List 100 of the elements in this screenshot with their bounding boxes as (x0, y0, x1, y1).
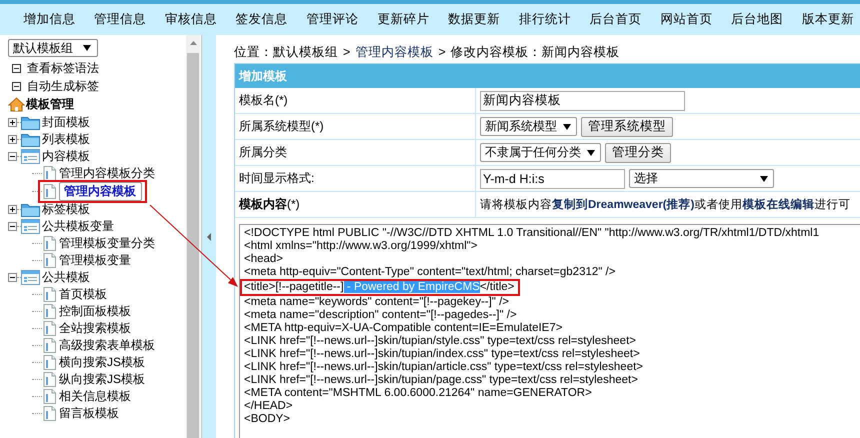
nav-link[interactable]: 后台地图 (722, 11, 793, 28)
document-icon (43, 321, 56, 336)
document-icon (43, 406, 56, 421)
caret-icon (760, 176, 768, 182)
tree-node[interactable]: 内容模板 (42, 148, 90, 165)
nav-link[interactable]: 审核信息 (156, 11, 226, 28)
document-icon (43, 236, 56, 251)
scroll-up-icon[interactable] (190, 41, 196, 45)
tree-leaf[interactable]: 控制面板模板 (59, 303, 131, 320)
input-field[interactable]: 新闻内容模板 (480, 90, 685, 110)
expand-icon[interactable] (8, 135, 17, 144)
collapse-icon[interactable] (8, 273, 17, 282)
tree-node[interactable]: 公共模板 (42, 269, 90, 286)
code-line: <meta name="description" content="[!--pagedes--]" /> (244, 309, 518, 322)
nav-link[interactable]: 版本更新 (792, 11, 860, 28)
nav-link[interactable]: 后台首页 (580, 11, 652, 28)
template-group-select[interactable]: 默认模板组 (8, 39, 98, 57)
code-line: <title>[!--pagetitle--] - Powered by EmpireCMS</title> (244, 281, 514, 294)
expand-icon[interactable] (8, 118, 17, 127)
caret-icon (563, 124, 571, 130)
home-icon (8, 97, 25, 112)
code-line: <meta http-equiv="Content-Type" content="text/html; charset=gb2312" /> (244, 266, 616, 279)
list-folder-icon (21, 219, 40, 234)
code-line: <LINK href="[!--news.url--]skin/tupian/article.css" type=text/css rel=stylesheet> (244, 361, 644, 374)
scroll-thumb[interactable] (187, 53, 199, 438)
field-label: 所属系统模型(*) (239, 118, 324, 135)
caret-icon (83, 45, 91, 51)
list-folder-icon (21, 149, 40, 164)
input-field[interactable]: Y-m-d H:i:s (480, 168, 625, 188)
document-icon (43, 184, 56, 199)
help-text: 或者使用 (694, 198, 742, 212)
help-link[interactable]: 复制到Dreamweaver(推荐) (552, 197, 694, 212)
help-text: 请将模板内容 (480, 197, 552, 212)
breadcrumb-text: > (438, 45, 446, 59)
code-line: <META http-equiv=X-UA-Compatible content=IE=EmulateIE7> (244, 322, 564, 335)
field-label: 时间显示格式: (239, 170, 314, 187)
tree-leaf[interactable]: 高级搜索表单模板 (59, 337, 155, 354)
tree-root-label: 模板管理 (26, 96, 74, 113)
document-icon (43, 389, 56, 404)
breadcrumb-text: > (343, 45, 350, 59)
code-line: </HEAD> (244, 400, 294, 413)
tree-node[interactable]: 公共模板变量 (42, 218, 114, 235)
tree-leaf[interactable]: 横向搜索JS模板 (59, 354, 146, 371)
collapse-arrow-icon[interactable] (207, 232, 211, 240)
tree-leaf[interactable]: 管理模板变量 (59, 252, 131, 269)
tree-leaf[interactable]: 管理内容模板分类 (59, 165, 155, 182)
breadcrumb-text: 位置：默认模板组 (234, 44, 338, 60)
sidebar-link[interactable]: 自动生成标签 (27, 78, 99, 94)
nav-link[interactable]: 管理信息 (84, 11, 156, 28)
help-link[interactable]: 模板在线编辑 (742, 197, 814, 212)
collapse-icon[interactable] (8, 222, 17, 231)
breadcrumb-text: 修改内容模板：新闻内容模板 (450, 44, 620, 60)
breadcrumb-link[interactable]: 管理内容模板 (355, 44, 434, 60)
dropdown[interactable]: 不隶属于任何分类 (480, 143, 601, 162)
tree-leaf[interactable]: 纵向搜索JS模板 (59, 371, 146, 388)
nav-link[interactable]: 增加信息 (14, 11, 85, 28)
template-code-editor[interactable] (239, 224, 860, 438)
code-line: <html xmlns="http://www.w3.org/1999/xhtml"> (244, 240, 478, 253)
nav-link[interactable]: 排行统计 (509, 11, 580, 28)
collapse-icon[interactable] (8, 152, 17, 161)
field-label: 模板名(*) (239, 92, 288, 109)
sidebar-link[interactable]: 查看标签语法 (27, 60, 99, 76)
folder-icon (21, 115, 40, 130)
tree-node[interactable]: 标签模板 (42, 201, 90, 218)
document-icon (43, 304, 56, 319)
tree-leaf[interactable]: 相关信息模板 (59, 388, 131, 405)
tree-leaf[interactable]: 留言板模板 (59, 405, 119, 422)
form-header: 增加模板 (235, 64, 860, 88)
nav-link[interactable]: 签发信息 (226, 11, 298, 28)
document-icon (43, 166, 56, 181)
folder-icon (21, 132, 40, 147)
tree-leaf[interactable]: 管理内容模板 (59, 182, 142, 201)
nav-link[interactable]: 更新碎片 (368, 11, 439, 28)
code-line: <LINK href="[!--news.url--]skin/tupian/index.css" type=text/css rel=stylesheet> (244, 348, 641, 361)
nav-link[interactable]: 管理评论 (297, 11, 368, 28)
dropdown[interactable]: 选择 (629, 169, 774, 188)
tree-node[interactable]: 封面模板 (42, 114, 90, 131)
code-line: <LINK href="[!--news.url--]skin/tupian/style.css" type=text/css rel=stylesheet> (244, 335, 637, 348)
nav-link[interactable]: 数据更新 (438, 11, 510, 28)
tree-node[interactable]: 列表模板 (42, 131, 90, 148)
dropdown[interactable]: 新闻系统模型 (480, 117, 577, 136)
tree-leaf[interactable]: 首页模板 (59, 286, 107, 303)
expand-icon[interactable] (8, 205, 17, 214)
document-icon (43, 287, 56, 302)
tree-leaf[interactable]: 全站搜索模板 (59, 320, 131, 337)
scrollbar[interactable] (186, 35, 200, 438)
code-line: <BODY> (244, 413, 292, 426)
document-icon (43, 338, 56, 353)
list-folder-icon (21, 270, 40, 285)
nav-link[interactable]: 网站首页 (651, 11, 722, 28)
square-icon (12, 64, 21, 72)
square-icon (12, 82, 21, 90)
document-icon (43, 253, 56, 268)
help-text: 进行可 (814, 198, 850, 212)
manage-button[interactable]: 管理分类 (605, 142, 671, 162)
manage-button[interactable]: 管理系统模型 (581, 116, 673, 136)
code-line: <LINK href="[!--news.url--]skin/tupian/page.css" type=text/css rel=stylesheet> (244, 374, 639, 387)
tree-leaf[interactable]: 管理模板变量分类 (59, 235, 155, 252)
code-line: <meta name="keywords" content="[!--pagekey--]" /> (244, 296, 510, 309)
caret-icon (587, 150, 595, 156)
